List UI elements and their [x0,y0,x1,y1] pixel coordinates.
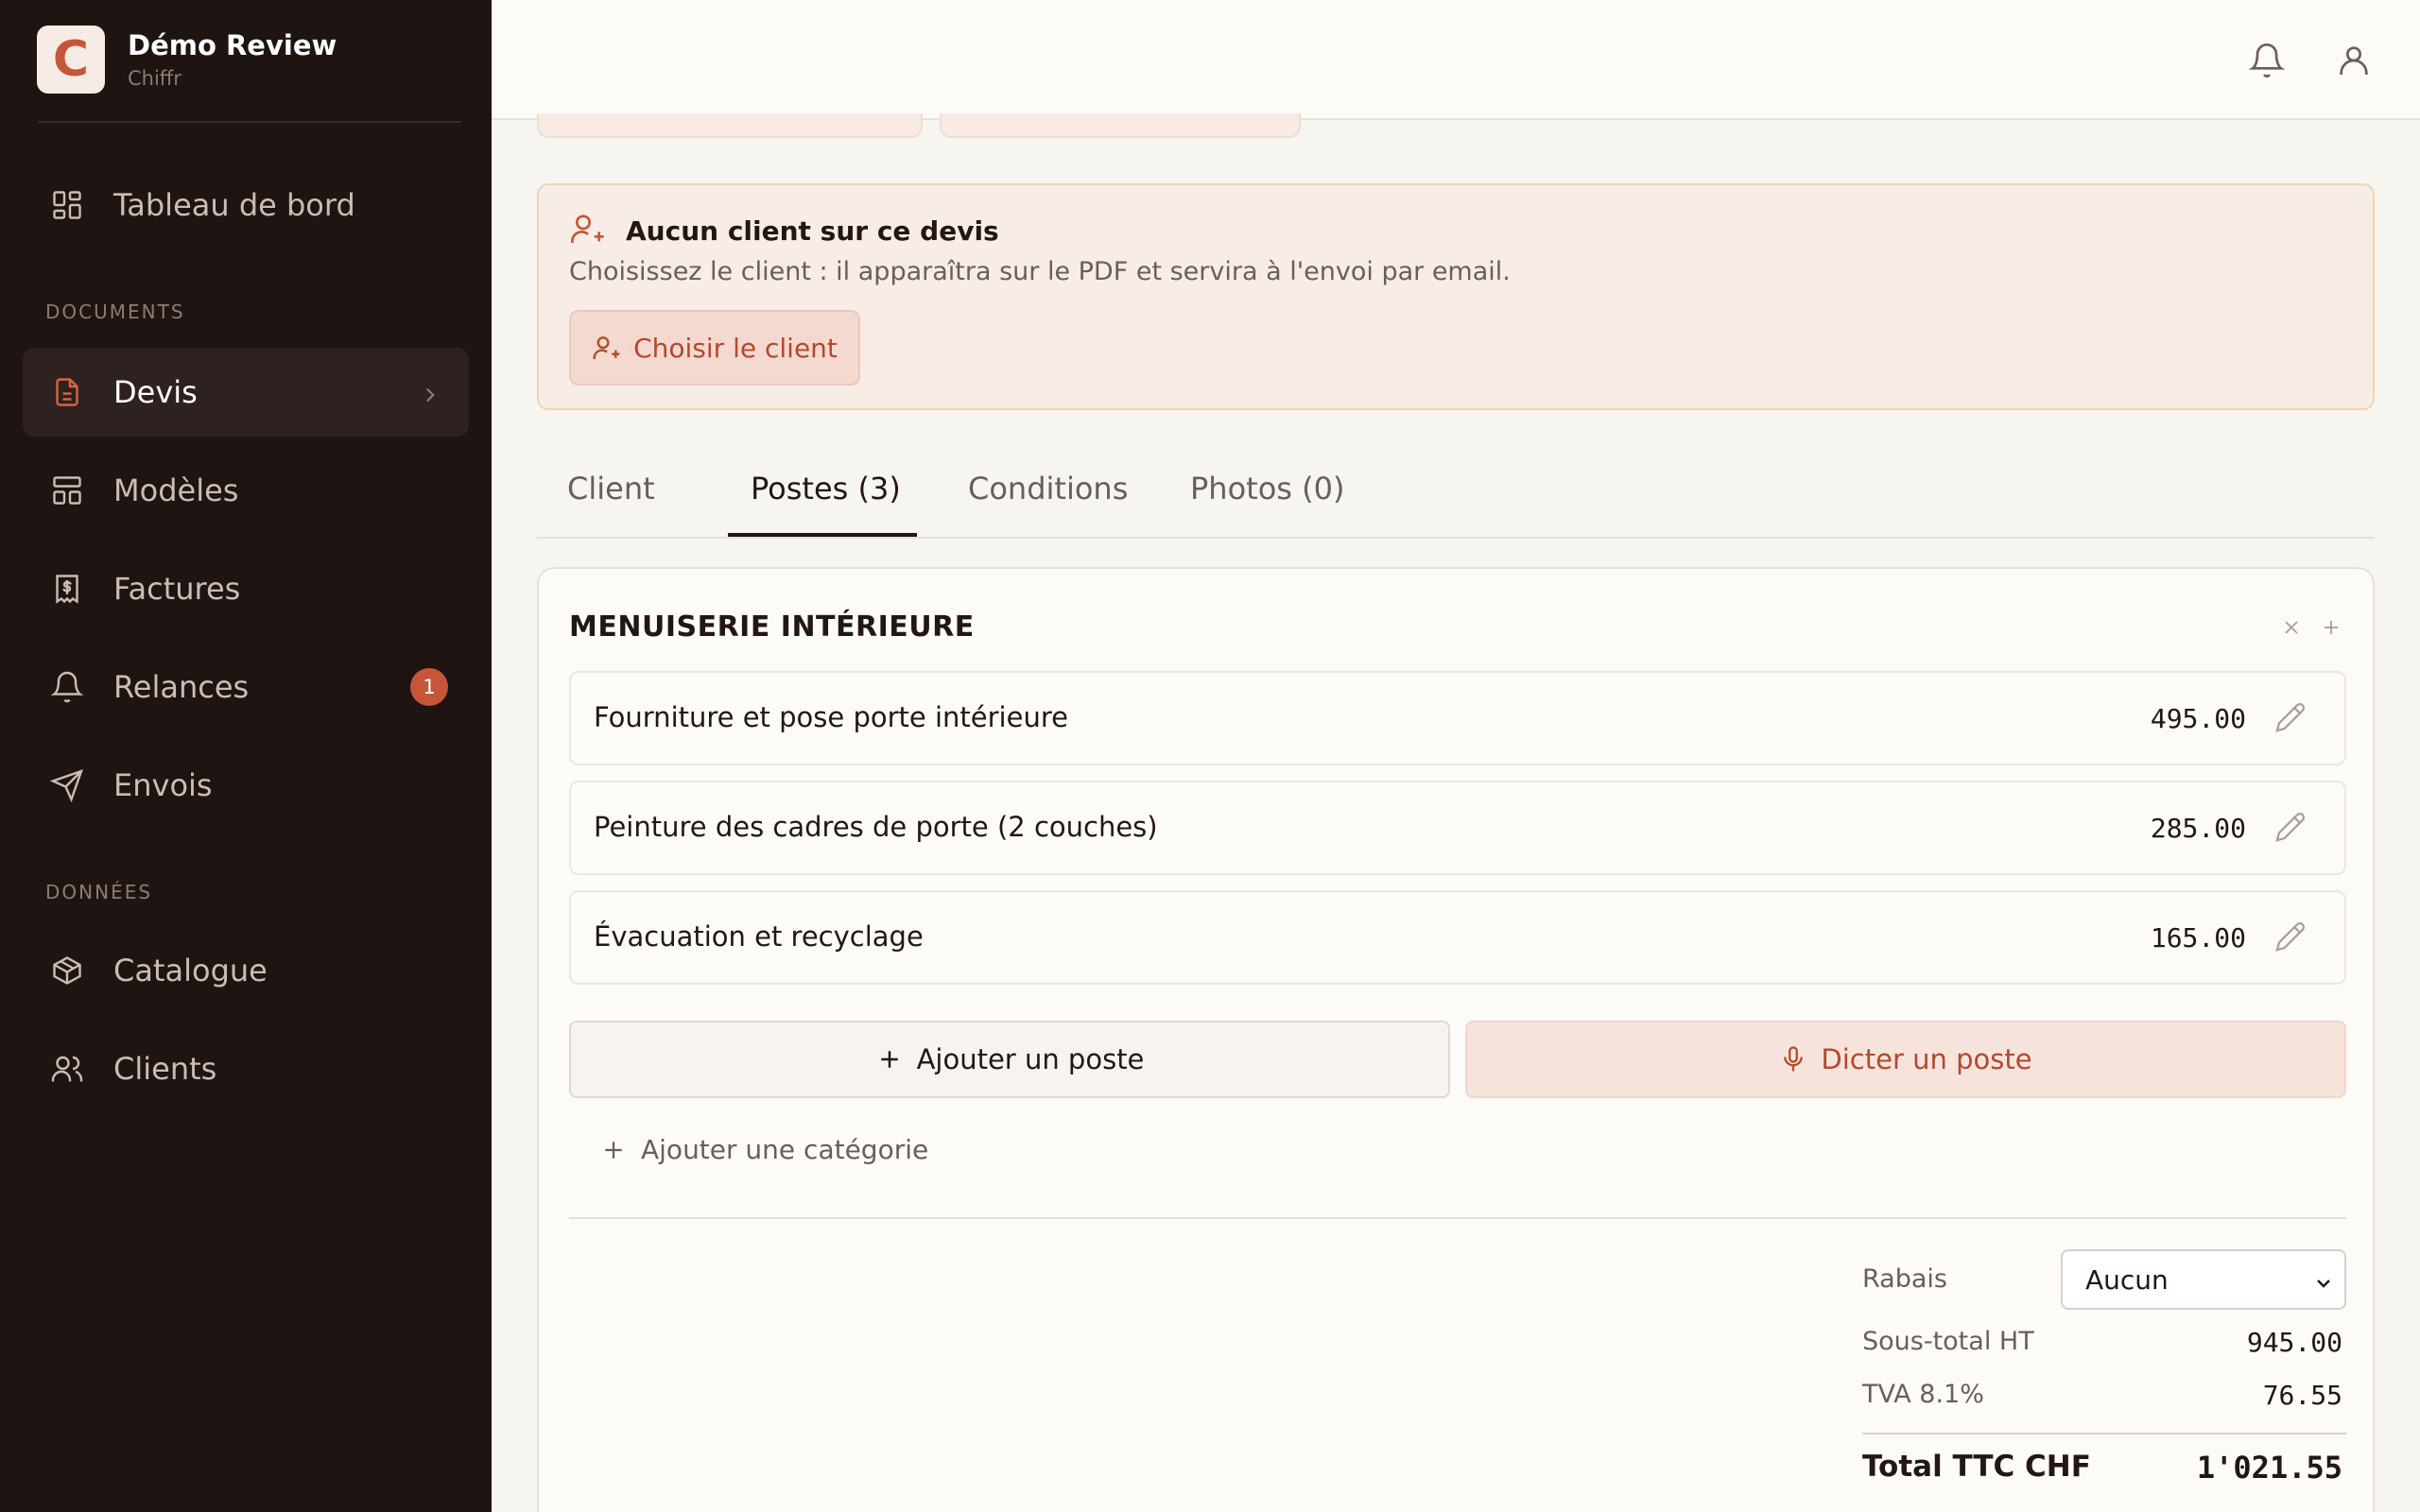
notifications-bell-icon[interactable] [2244,38,2290,83]
pencil-icon[interactable] [2274,920,2308,954]
pencil-icon[interactable] [2274,811,2308,845]
add-line-label: Ajouter un poste [916,1043,1145,1075]
pencil-icon[interactable] [2274,701,2308,735]
users-icon [47,1049,87,1089]
dictate-line-button[interactable]: Dicter un poste [1465,1021,2346,1098]
rabais-selected-value: Aucun [2085,1263,2169,1296]
chevron-down-icon [2312,1270,2335,1301]
sidebar-item-label: Tableau de bord [113,187,355,223]
close-icon[interactable] [2280,614,2303,645]
sidebar-item-label: Clients [113,1051,217,1087]
brand-title: Démo Review [128,29,337,61]
section-documents: DOCUMENTS [45,301,185,323]
chevron-right-icon [418,379,442,415]
sidebar-item-relances[interactable]: Relances 1 [23,643,469,731]
alert-title: Aucun client sur ce devis [626,215,999,247]
plus-icon[interactable] [2320,614,2342,645]
alert-text: Choisissez le client : il apparaîtra sur… [569,257,1511,286]
plus-icon [605,1141,622,1159]
tab-postes[interactable]: Postes (3) [751,471,901,529]
category-card: MENUISERIE INTÉRIEURE Fourniture et pose… [537,567,2375,1512]
active-tab-indicator [728,533,917,537]
sidebar-item-modeles[interactable]: Modèles [23,446,469,535]
user-plus-icon [569,210,607,251]
dashboard-grid-icon [47,185,87,225]
choose-client-label: Choisir le client [633,332,838,364]
section-donnees: DONNÉES [45,881,153,903]
category-title: MENUISERIE INTÉRIEURE [569,610,975,644]
divider [569,1217,2346,1219]
sidebar-item-dashboard[interactable]: Tableau de bord [23,161,469,249]
user-plus-icon [593,336,620,359]
receipt-icon [47,569,87,609]
user-profile-icon[interactable] [2331,38,2377,83]
tabs: Client Postes (3) Conditions Photos (0) [537,463,2375,539]
tab-photos[interactable]: Photos (0) [1190,471,1344,529]
tva-label: TVA 8.1% [1862,1380,1984,1409]
line-item[interactable]: Peinture des cadres de porte (2 couches)… [569,781,2346,875]
tab-client[interactable]: Client [567,471,655,529]
add-category-button[interactable]: Ajouter une catégorie [599,1134,928,1165]
dictate-line-label: Dicter un poste [1821,1043,2032,1075]
brand-subtitle: Chiffr [128,67,182,90]
sidebar-item-clients[interactable]: Clients [23,1024,469,1113]
line-description: Évacuation et recyclage [594,920,924,953]
tva-value: 76.55 [2262,1380,2342,1411]
total-label: Total TTC CHF [1862,1450,2091,1484]
bell-icon [47,667,87,707]
plus-icon [880,1051,898,1068]
choose-client-button[interactable]: Choisir le client [569,310,860,386]
sidebar-item-label: Envois [113,767,213,803]
sidebar-item-label: Devis [113,374,198,410]
line-description: Peinture des cadres de porte (2 couches) [594,811,1158,843]
template-icon [47,471,87,510]
sidebar-item-factures[interactable]: Factures [23,544,469,633]
line-description: Fourniture et pose porte intérieure [594,701,1068,733]
sidebar-item-envois[interactable]: Envois [23,741,469,830]
sidebar: C Démo Review Chiffr Tableau de bord DOC… [0,0,492,1512]
notification-badge: 1 [410,668,448,706]
divider [1862,1433,2346,1435]
sidebar-divider [38,121,461,123]
add-line-button[interactable]: Ajouter un poste [569,1021,1450,1098]
sidebar-item-devis[interactable]: Devis [23,348,469,437]
main-content: Aucun client sur ce devis Choisissez le … [492,0,2420,1512]
line-item[interactable]: Fourniture et pose porte intérieure 495.… [569,671,2346,765]
top-bar [492,0,2420,120]
send-icon [47,765,87,805]
brand[interactable]: C Démo Review Chiffr [37,26,461,94]
sidebar-item-label: Catalogue [113,953,268,988]
scrolled-chip-1[interactable] [537,113,923,138]
microphone-icon [1784,1046,1804,1072]
sidebar-item-catalogue[interactable]: Catalogue [23,926,469,1015]
brand-logo: C [37,26,105,94]
line-amount: 165.00 [2150,922,2246,954]
add-category-label: Ajouter une catégorie [641,1134,929,1165]
line-amount: 285.00 [2150,813,2246,844]
no-client-alert: Aucun client sur ce devis Choisissez le … [537,183,2375,410]
document-icon [47,372,87,412]
line-item[interactable]: Évacuation et recyclage 165.00 [569,890,2346,985]
package-icon [47,951,87,990]
sidebar-item-label: Relances [113,669,250,705]
subtotal-label: Sous-total HT [1862,1327,2034,1356]
sidebar-item-label: Modèles [113,472,239,508]
tab-conditions[interactable]: Conditions [968,471,1128,529]
total-value: 1'021.55 [2196,1450,2342,1486]
rabais-select[interactable]: Aucun [2061,1249,2346,1310]
scrolled-chip-2[interactable] [940,113,1301,138]
subtotal-value: 945.00 [2246,1327,2342,1358]
line-amount: 495.00 [2150,703,2246,734]
sidebar-item-label: Factures [113,571,241,607]
rabais-label: Rabais [1862,1264,1947,1294]
